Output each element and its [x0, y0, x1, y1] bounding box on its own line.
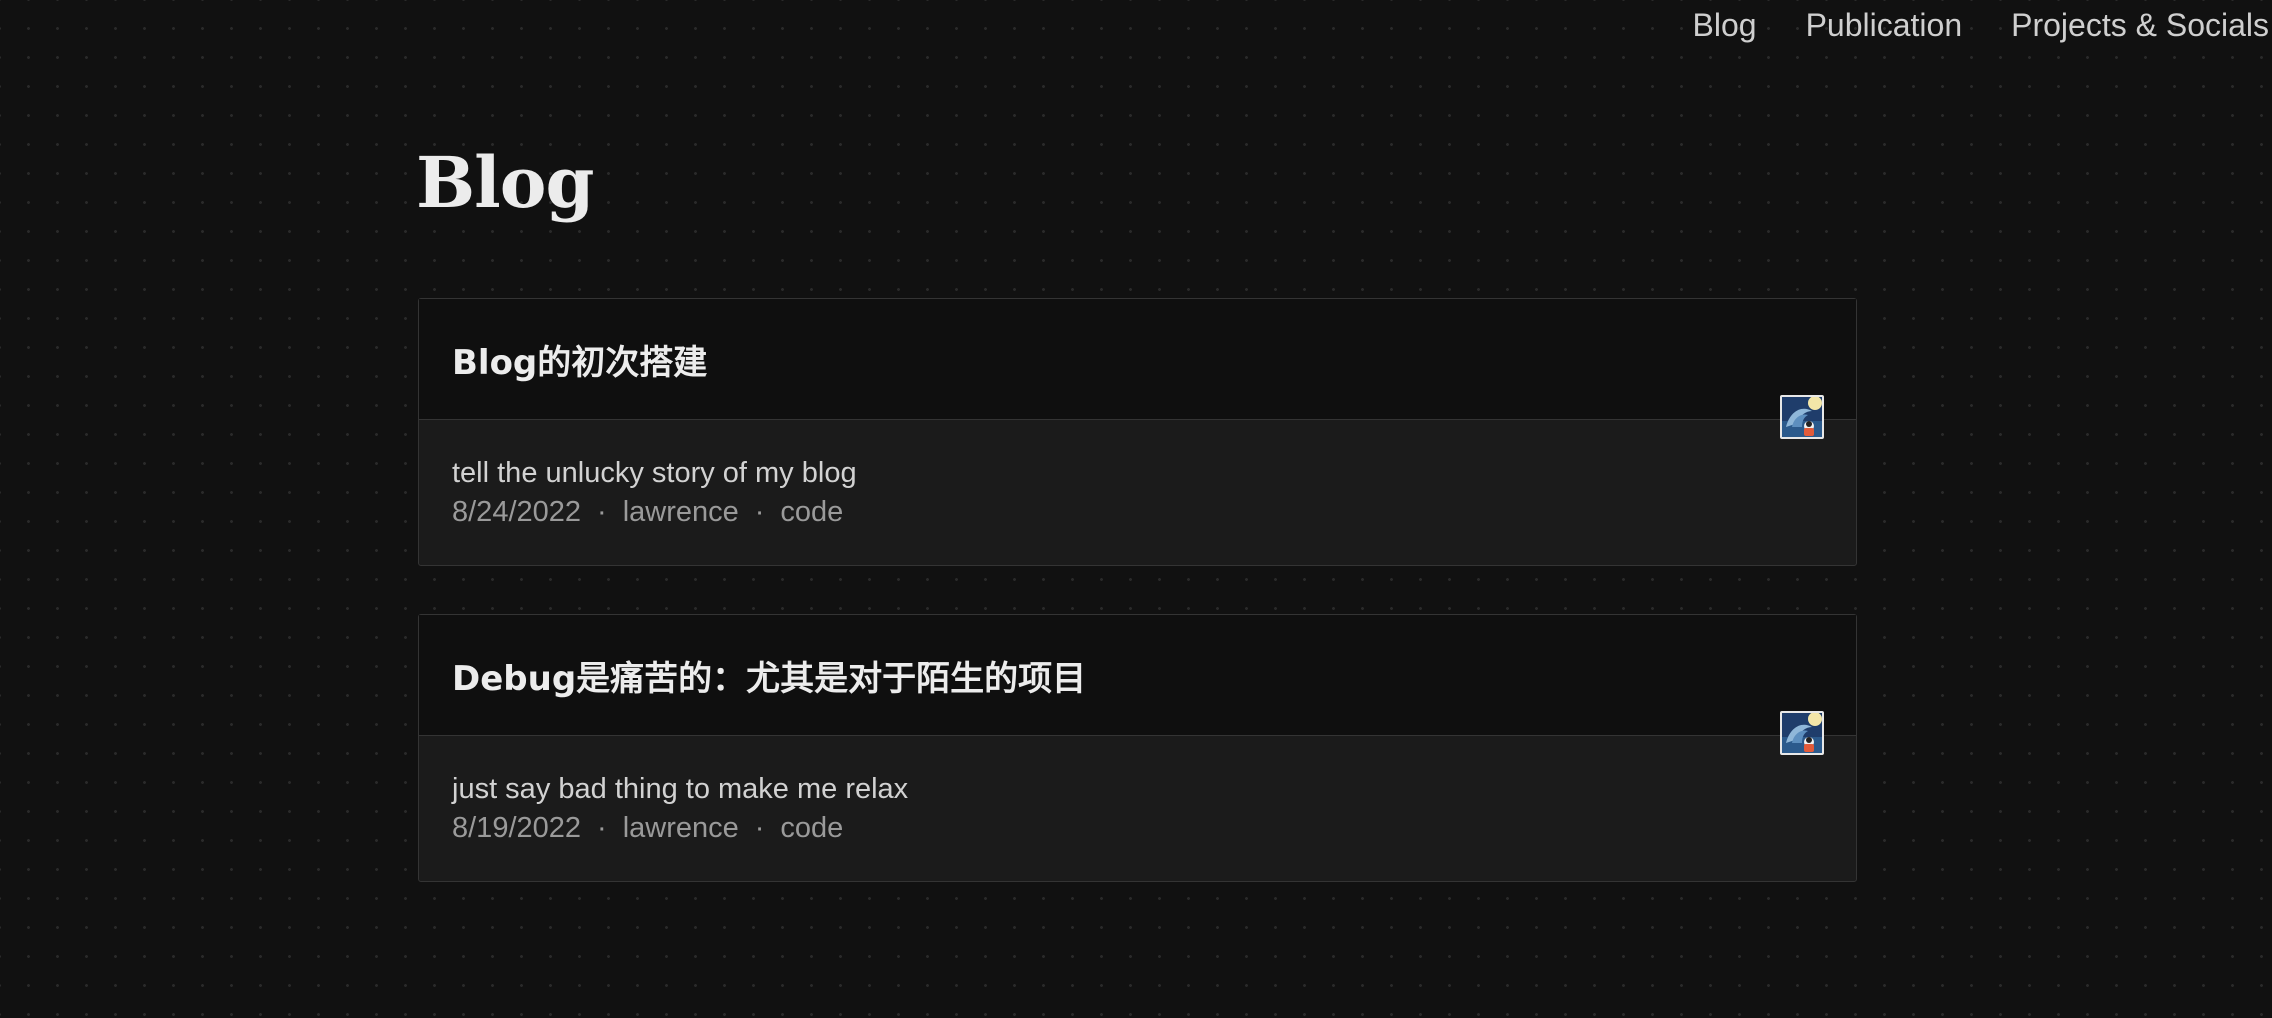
post-meta: 8/24/2022 · lawrence · code [452, 492, 1856, 532]
post-title[interactable]: Debug是痛苦的：尤其是对于陌生的项目 [452, 651, 1086, 700]
page-title: Blog [416, 141, 594, 224]
post-title[interactable]: Blog的初次搭建 [452, 335, 707, 384]
avatar-image-icon [1782, 397, 1822, 437]
nav-link-blog[interactable]: Blog [1693, 7, 1757, 44]
meta-separator: · [754, 812, 765, 844]
post-tag[interactable]: code [780, 812, 843, 844]
post-body: tell the unlucky story of my blog 8/24/2… [419, 420, 1856, 565]
post-body: just say bad thing to make me relax 8/19… [419, 736, 1856, 881]
post-date: 8/24/2022 [452, 496, 582, 528]
post-card[interactable]: Debug是痛苦的：尤其是对于陌生的项目 just say bad thing … [418, 614, 1857, 882]
post-description: just say bad thing to make me relax [452, 773, 909, 805]
meta-separator: · [597, 496, 607, 528]
meta-separator: · [597, 812, 607, 844]
avatar-image-icon [1782, 713, 1822, 753]
post-description: tell the unlucky story of my blog [452, 457, 857, 489]
post-header: Debug是痛苦的：尤其是对于陌生的项目 [419, 615, 1856, 736]
meta-separator: · [754, 496, 765, 528]
nav-link-projects-socials[interactable]: Projects & Socials [2011, 7, 2269, 44]
post-card[interactable]: Blog的初次搭建 tell the unlucky story of my b… [418, 298, 1857, 566]
post-author: lawrence [622, 496, 739, 528]
post-header: Blog的初次搭建 [419, 299, 1856, 420]
post-tag[interactable]: code [780, 496, 843, 528]
post-date: 8/19/2022 [452, 812, 582, 844]
top-nav: Blog Publication Projects & Socials [1693, 0, 2272, 50]
post-list: Blog的初次搭建 tell the unlucky story of my b… [418, 298, 1857, 930]
avatar [1780, 395, 1824, 439]
nav-link-publication[interactable]: Publication [1806, 7, 1963, 44]
post-meta: 8/19/2022 · lawrence · code [452, 808, 1856, 848]
post-author: lawrence [622, 812, 739, 844]
avatar [1780, 711, 1824, 755]
